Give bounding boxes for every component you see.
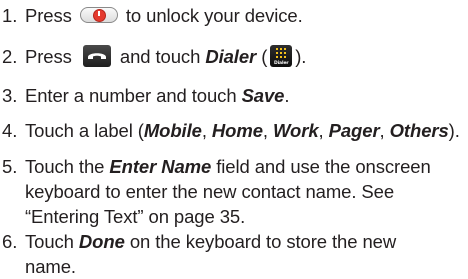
step-text-before: Touch a label ( [25,120,144,141]
step-number: 3. [2,85,18,106]
power-key-icon [79,7,118,24]
step-text: Press and touch Dialer (Dialer). [25,44,306,69]
step-text: Press to unlock your device. [25,3,303,28]
label-separator: , [262,120,273,141]
step-text-before: Press [25,46,72,67]
step-text-after: . [284,85,290,106]
label-work: Work [273,120,319,141]
step-line-1: Touch the Enter Name field and use the o… [25,154,431,179]
step-text: Touch Done on the keyboard to store the … [25,229,396,279]
step-text: Touch the Enter Name field and use the o… [25,154,431,229]
paren-close: ). [295,46,307,67]
step-text-middle: and touch [119,46,201,67]
step-line-2: name. [25,256,76,277]
label-separator: , [201,120,212,141]
label-separator: , [379,120,390,141]
step-text-before: Touch the [25,156,105,177]
paren-open: ( [261,46,268,67]
step-number: 4. [2,120,18,141]
label-separator: , [318,120,329,141]
dialer-app-label: Dialer [205,46,257,67]
done-action-label: Done [78,231,125,252]
save-action-label: Save [241,85,285,106]
talk-key-icon [82,45,111,68]
label-pager: Pager [328,120,380,141]
step-text-after: ). [448,120,460,141]
label-others: Others [389,120,449,141]
step-number: 2. [2,46,18,67]
step-text-before: Press [25,5,72,26]
enter-name-field-label: Enter Name [109,156,212,177]
step-text-before: Enter a number and touch [25,85,237,106]
label-home: Home [211,120,263,141]
step-text-before: Touch [25,231,74,252]
dialer-icon-caption: Dialer [273,61,289,67]
step-line-3: “Entering Text” on page 35. [25,206,246,227]
dialer-app-icon: Dialer [270,45,293,68]
step-number: 1. [2,5,18,26]
label-mobile: Mobile [143,120,202,141]
step-number: 5. [2,156,18,177]
instruction-steps: 1. Press to unlock your device. 2. Press… [0,0,468,279]
step-text-after: field and use the onscreen [216,156,431,177]
step-text: Enter a number and touch Save. [25,83,290,108]
step-text-after: on the keyboard to store the new [129,231,397,252]
step-number: 6. [2,231,18,252]
step-text: Touch a label (Mobile, Home, Work, Pager… [25,118,460,143]
step-line-2: keyboard to enter the new contact name. … [25,181,395,202]
step-text-after: to unlock your device. [125,5,303,26]
step-line-1: Touch Done on the keyboard to store the … [25,229,396,254]
